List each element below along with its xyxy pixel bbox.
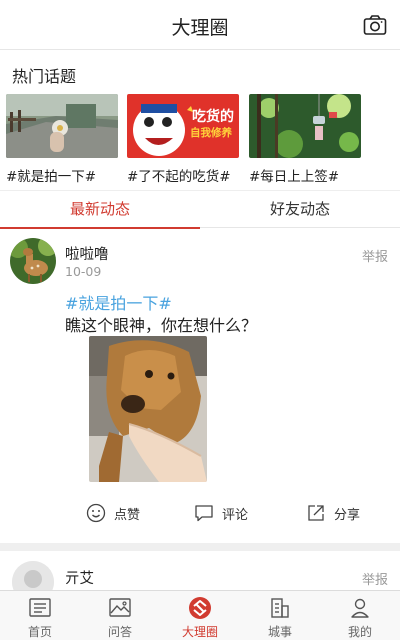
- topic-label: #每日上上签#: [249, 169, 340, 185]
- avatar[interactable]: [10, 238, 56, 284]
- post-username[interactable]: 亓艾: [65, 567, 94, 588]
- poster-title: 吃货的: [192, 109, 234, 125]
- topic-card-daily-lot[interactable]: #每日上上签#: [249, 94, 361, 185]
- like-button[interactable]: 点赞: [86, 499, 140, 527]
- feed-separator: [0, 543, 400, 551]
- bottom-nav: 首页 问答 大理圈 城事 我的: [0, 590, 400, 640]
- nav-label: 我的: [347, 625, 372, 639]
- post-card: 啦啦噜 10-09 举报 #就是拍一下# 瞧这个眼神，你在想什么？ 点赞 评论 …: [0, 229, 400, 543]
- post-text: 瞧这个眼神，你在想什么？: [65, 316, 258, 335]
- nav-label: 大理圈: [181, 625, 218, 639]
- avatar[interactable]: [12, 561, 54, 591]
- share-label: 分享: [334, 507, 361, 523]
- post-hashtag[interactable]: #就是拍一下#: [65, 290, 172, 314]
- nav-label: 问答: [107, 625, 132, 639]
- camera-icon[interactable]: [363, 14, 387, 36]
- topic-label: #了不起的吃货#: [127, 169, 231, 185]
- nav-label: 城事: [267, 625, 292, 639]
- tab-latest[interactable]: 最新动态: [0, 191, 200, 229]
- dali-circle-icon: [189, 597, 211, 619]
- nav-city[interactable]: 城事: [240, 591, 320, 640]
- nav-home[interactable]: 首页: [0, 591, 80, 640]
- dog-photo[interactable]: [89, 336, 207, 482]
- wind-chime-photo: [249, 94, 361, 158]
- like-label: 点赞: [114, 507, 141, 523]
- topic-card-just-shoot[interactable]: #就是拍一下#: [6, 94, 118, 185]
- street-flower-photo: [6, 94, 118, 158]
- smiley-like-icon: [86, 503, 106, 523]
- home-list-icon: [29, 598, 51, 617]
- comment-icon: [195, 505, 213, 522]
- report-button[interactable]: 举报: [362, 569, 388, 588]
- post-card-2: 亓艾 举报: [0, 551, 400, 591]
- nav-label: 首页: [27, 625, 52, 639]
- report-button[interactable]: 举报: [362, 246, 388, 265]
- tab-friends[interactable]: 好友动态: [200, 191, 400, 228]
- post-date: 10-09: [65, 264, 102, 279]
- nav-mine[interactable]: 我的: [320, 591, 400, 640]
- poster-subtitle: 自我修养: [190, 127, 232, 139]
- comment-label: 评论: [222, 507, 249, 523]
- feed-tabs: 最新动态 好友动态: [0, 190, 400, 229]
- city-building-icon: [271, 598, 289, 618]
- user-icon: [351, 598, 369, 618]
- topic-label: #就是拍一下#: [6, 169, 97, 185]
- nav-dali-circle[interactable]: 大理圈: [160, 591, 240, 640]
- app-header: 大理圈: [0, 0, 400, 50]
- hot-topics-title: 热门话题: [12, 67, 77, 86]
- share-button[interactable]: 分享: [306, 499, 360, 527]
- page-title: 大理圈: [171, 17, 229, 39]
- post-actions: 点赞 评论 分享: [0, 499, 400, 527]
- post-username[interactable]: 啦啦噜: [65, 243, 109, 264]
- comment-button[interactable]: 评论: [194, 499, 248, 527]
- nav-qa[interactable]: 问答: [80, 591, 160, 640]
- share-icon: [308, 505, 324, 521]
- qa-image-icon: [109, 598, 131, 617]
